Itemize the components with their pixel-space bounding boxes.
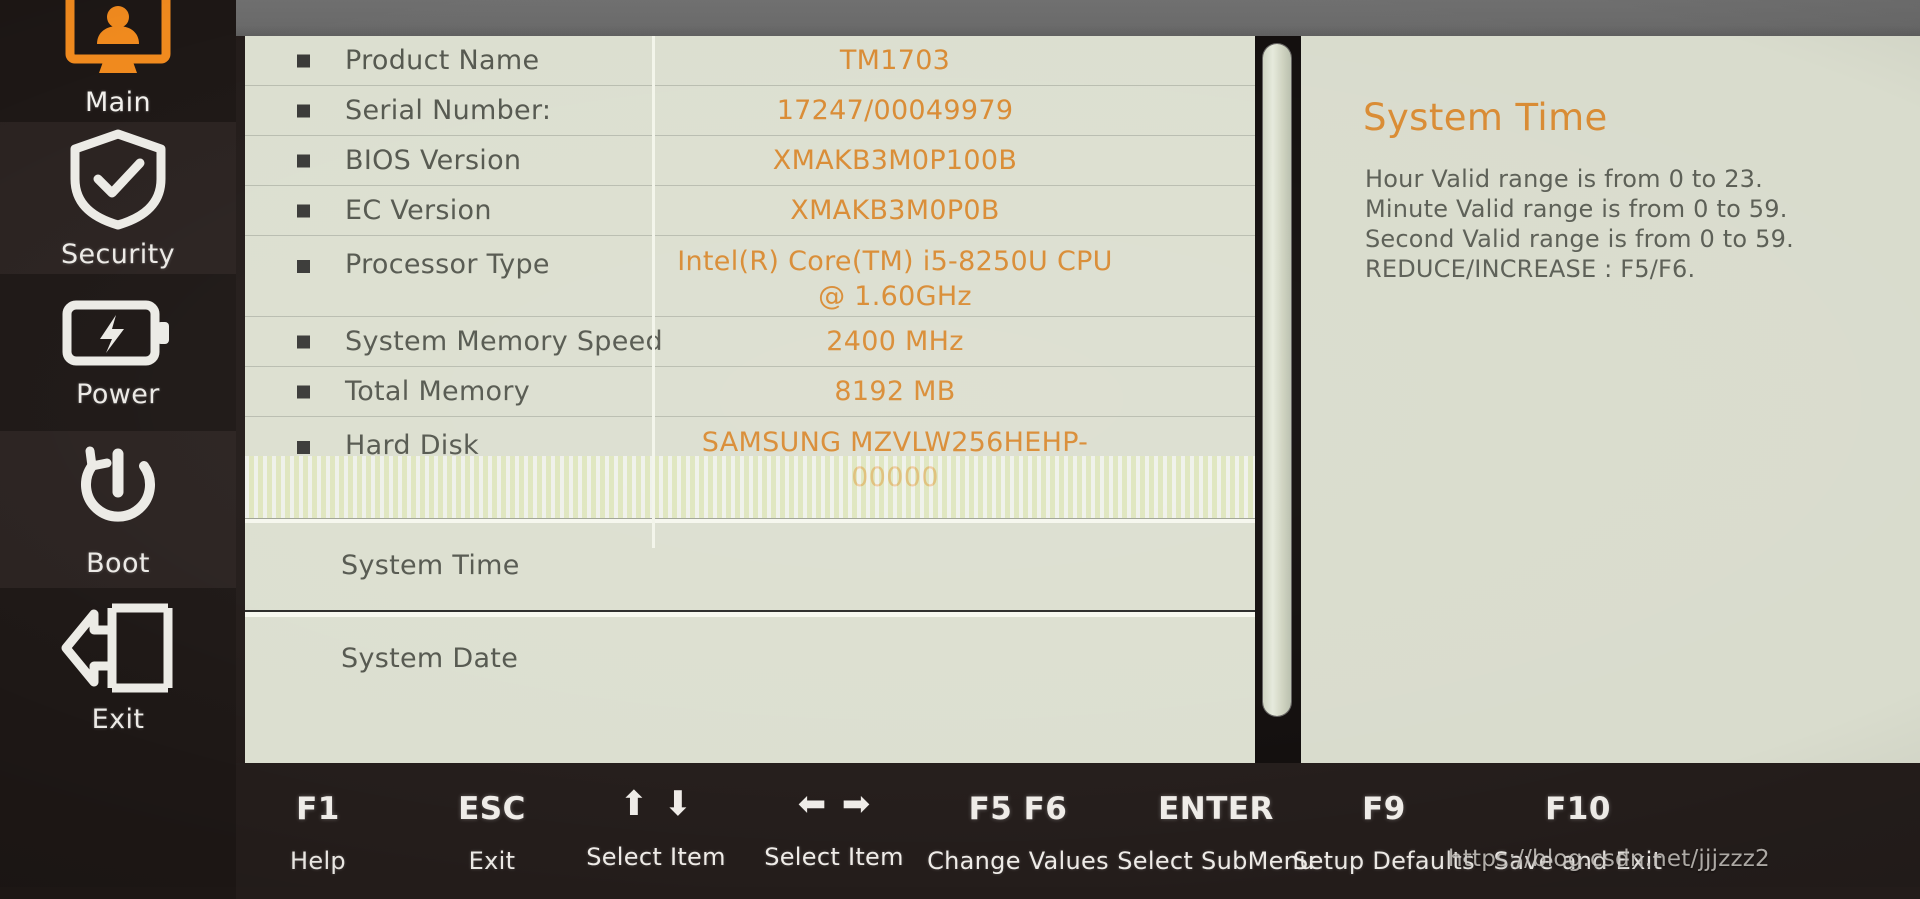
sidebar-item-power[interactable]: Power [0, 274, 236, 431]
row-value: 8192 MB [834, 376, 956, 407]
watermark: https://blog.csdn.net/jjjzzz2 [1448, 846, 1770, 872]
hotkey-esc[interactable]: ESC Exit [432, 791, 552, 875]
header-bar [236, 0, 1920, 36]
sidebar-item-boot[interactable]: Boot [0, 431, 236, 588]
bullet-icon [297, 104, 310, 117]
exit-arrow-icon [60, 600, 176, 700]
sidebar-item-exit[interactable]: Exit [0, 588, 236, 899]
hotkey-key: F9 [1362, 791, 1406, 827]
bullet-icon [297, 385, 310, 398]
bullet-icon [297, 54, 310, 67]
sidebar-item-label-main: Main [84, 86, 152, 118]
row-label: Processor Type [345, 249, 550, 280]
battery-bolt-icon [62, 295, 174, 375]
bullet-icon [297, 204, 310, 217]
sidebar-item-security[interactable]: Security [0, 122, 236, 274]
sidebar-item-label-power: Power [76, 379, 160, 410]
bullet-icon [297, 260, 310, 273]
hotkey-desc: Exit [468, 847, 516, 875]
menu-item-system-time[interactable]: System Time [245, 522, 1255, 608]
scrollbar-thumb[interactable] [1263, 44, 1291, 716]
help-body: Hour Valid range is from 0 to 23. Minute… [1365, 165, 1794, 283]
sidebar: Main Security Power Boot Exit [0, 0, 236, 899]
table-row: Product Name TM1703 [245, 36, 1255, 86]
sidebar-item-label-boot: Boot [86, 548, 150, 579]
row-value: XMAKB3M0P0B [790, 195, 1000, 226]
power-icon [66, 440, 170, 544]
bullet-icon [297, 441, 310, 454]
help-panel: System Time Hour Valid range is from 0 t… [1301, 36, 1920, 763]
menu-item-label: System Time [341, 549, 520, 581]
row-value: 2400 MHz [826, 326, 964, 357]
blank-band [245, 456, 1255, 518]
table-row: BIOS Version XMAKB3M0P100B [245, 136, 1255, 186]
hotkey-key: F5 F6 [968, 791, 1068, 827]
main-content-panel: Product Name TM1703 Serial Number: 17247… [245, 36, 1255, 763]
bullet-icon [297, 154, 310, 167]
hotkey-key: F1 [296, 791, 340, 827]
system-info-table: Product Name TM1703 Serial Number: 17247… [245, 36, 1255, 497]
row-value: TM1703 [839, 45, 951, 76]
row-value: Intel(R) Core(TM) i5-8250U CPU @ 1.60GHz [677, 246, 1113, 312]
shield-check-icon [66, 127, 170, 235]
monitor-user-icon [64, 0, 172, 83]
row-label: EC Version [345, 195, 492, 226]
table-row: Serial Number: 17247/00049979 [245, 86, 1255, 136]
menu-item-label: System Date [341, 642, 519, 674]
bullet-icon [297, 335, 310, 348]
table-row: System Memory Speed 2400 MHz [245, 317, 1255, 367]
row-label: System Memory Speed [345, 326, 663, 357]
hotkey-f5-f6[interactable]: F5 F6 Change Values [908, 791, 1128, 875]
sidebar-item-label-exit: Exit [91, 704, 145, 735]
table-row: EC Version XMAKB3M0P0B [245, 186, 1255, 236]
row-value: 17247/00049979 [776, 95, 1014, 126]
row-label: BIOS Version [345, 145, 522, 176]
row-value: XMAKB3M0P100B [772, 145, 1018, 176]
hotkey-key: ESC [458, 791, 526, 827]
hotkey-desc: Change Values [927, 847, 1109, 875]
table-row: Total Memory 8192 MB [245, 367, 1255, 417]
sidebar-item-main[interactable]: Main [0, 0, 236, 122]
help-title: System Time [1363, 96, 1608, 139]
hotkey-f1[interactable]: F1 Help [258, 791, 378, 875]
column-divider [652, 36, 655, 548]
table-row: Processor Type Intel(R) Core(TM) i5-8250… [245, 236, 1255, 317]
row-label: Product Name [345, 45, 540, 76]
sidebar-item-label-security: Security [60, 238, 176, 270]
row-label: Total Memory [345, 376, 531, 407]
menu-item-system-date[interactable]: System Date [245, 615, 1255, 701]
row-label: Serial Number: [345, 95, 552, 126]
hotkey-key: F10 [1545, 791, 1611, 827]
hotkey-desc: Help [290, 847, 346, 875]
